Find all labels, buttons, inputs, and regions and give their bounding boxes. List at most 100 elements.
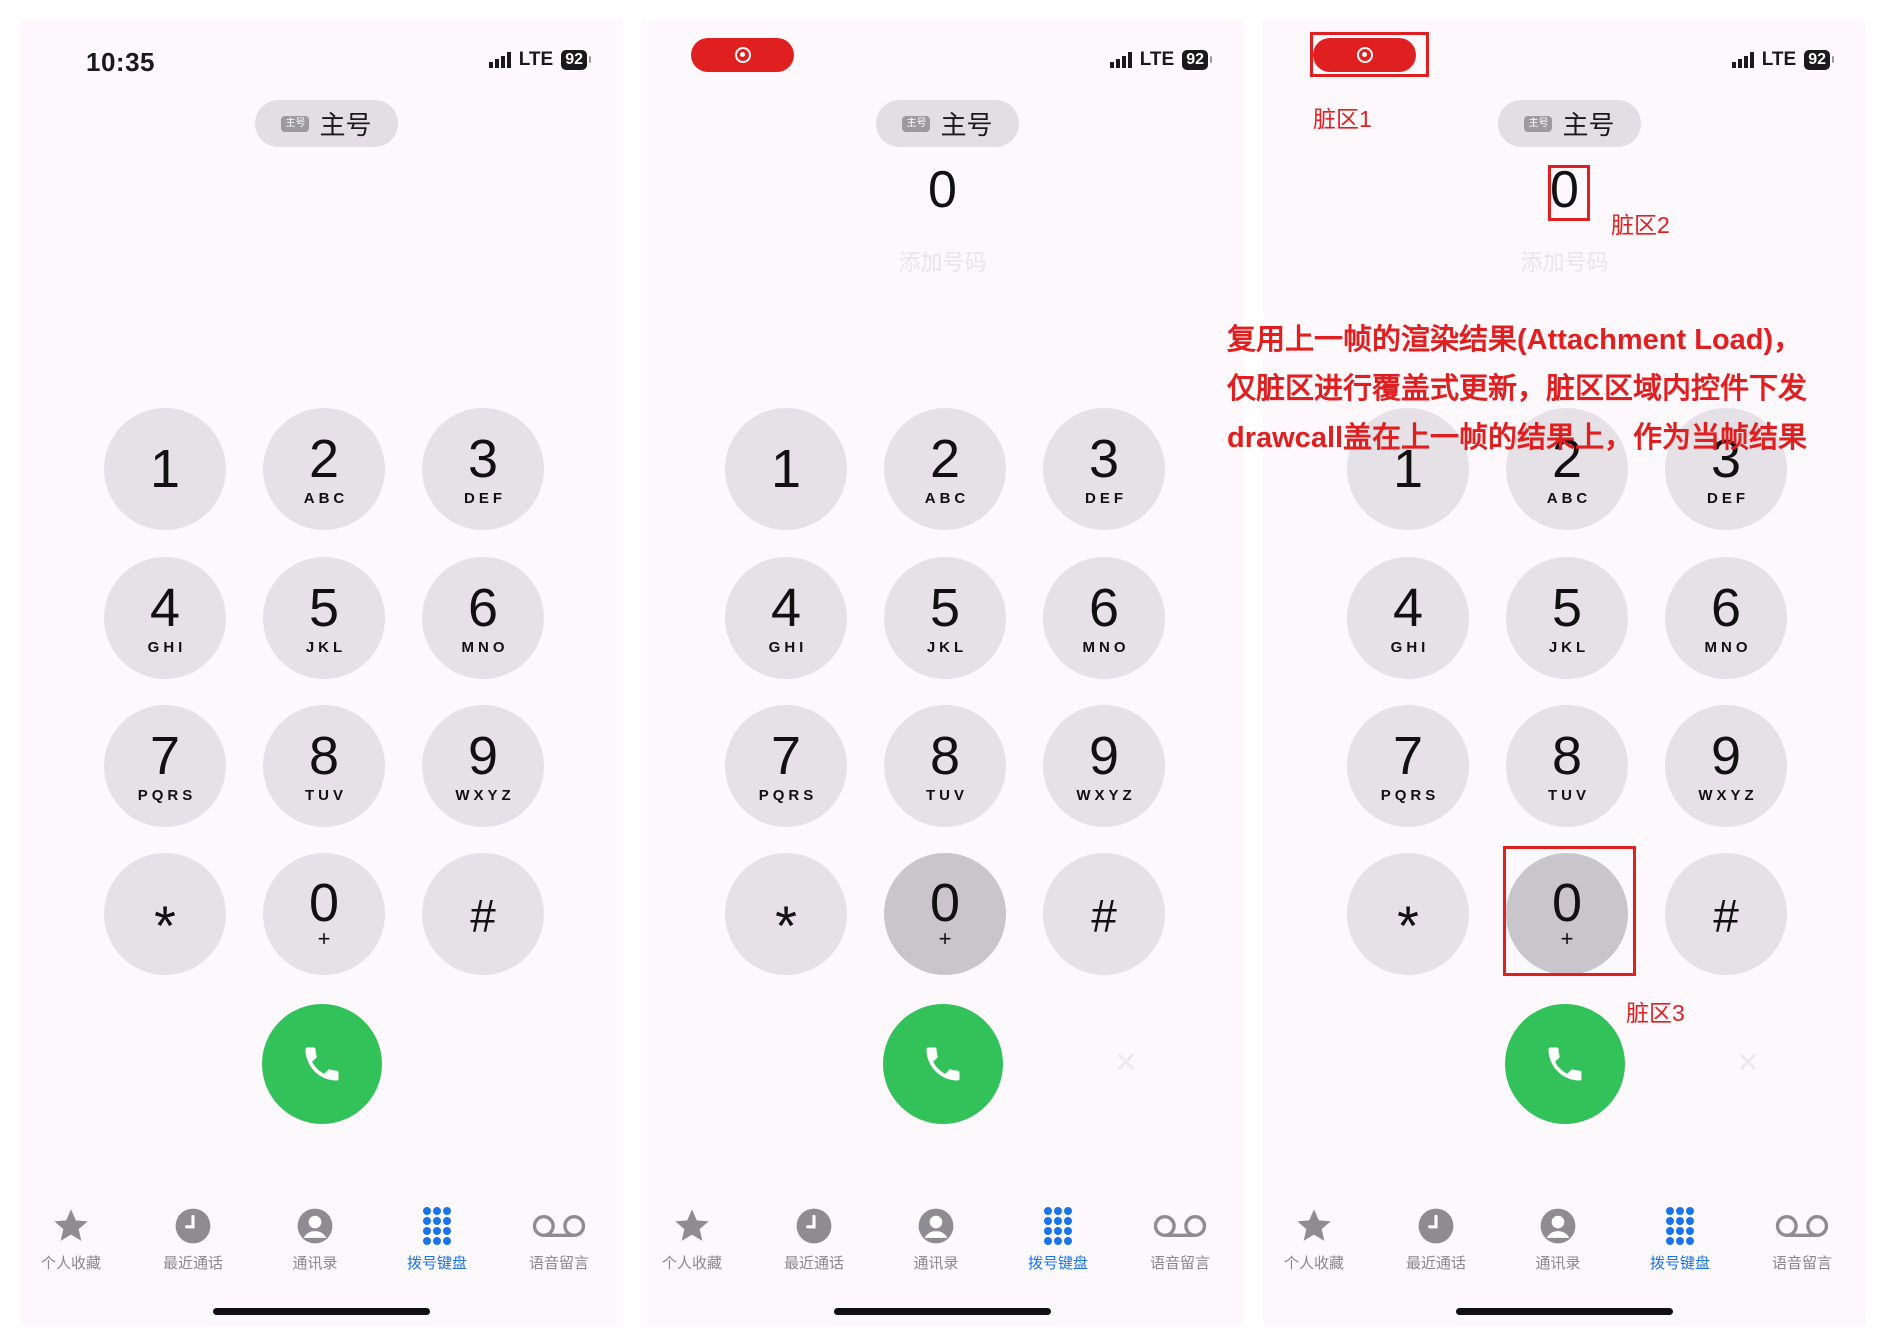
dirty-region-1-label: 脏区1: [1313, 106, 1372, 132]
key-digit: 5: [308, 577, 340, 638]
tab-label: 通讯录: [913, 1255, 959, 1272]
line-badge: 主号: [281, 115, 310, 132]
key-7[interactable]: 7 PQRS: [725, 705, 847, 827]
add-number-link[interactable]: 添加号码: [1263, 245, 1866, 277]
call-button[interactable]: [883, 1004, 1003, 1124]
add-number-link[interactable]: 添加号码: [641, 245, 1244, 277]
tab-person[interactable]: 通讯录: [265, 1206, 365, 1273]
delete-icon[interactable]: ✕: [1103, 1040, 1149, 1086]
tab-clock[interactable]: 最近通话: [1386, 1206, 1486, 1273]
phone-icon: [926, 1047, 960, 1081]
key-4[interactable]: 4 GHI: [1347, 557, 1469, 679]
key-digit: 9: [1088, 725, 1120, 786]
tab-star[interactable]: 个人收藏: [21, 1206, 121, 1273]
key-letters: PQRS: [758, 786, 818, 804]
tab-clock[interactable]: 最近通话: [143, 1206, 243, 1273]
key-2[interactable]: 2 ABC: [884, 408, 1006, 530]
key-6[interactable]: 6 MNO: [422, 557, 544, 679]
key-9[interactable]: 9 WXYZ: [422, 705, 544, 827]
tab-label: 语音留言: [1771, 1255, 1832, 1272]
key-0[interactable]: 0 +: [884, 853, 1006, 975]
star-icon: [642, 1206, 742, 1246]
key-letters: GHI: [147, 638, 187, 656]
key-letters: DEF: [464, 489, 506, 507]
key-digit: #: [470, 890, 496, 942]
key-letters: +: [938, 926, 952, 951]
key-digit: 1: [770, 439, 802, 499]
tab-voicemail[interactable]: 语音留言: [509, 1206, 609, 1273]
key-digit: 8: [929, 725, 961, 786]
tab-person[interactable]: 通讯录: [1508, 1206, 1608, 1273]
key-letters: TUV: [1548, 786, 1590, 804]
person-icon: [265, 1206, 365, 1246]
key-7[interactable]: 7 PQRS: [1347, 705, 1469, 827]
line-selector[interactable]: 主号 主号: [255, 100, 398, 147]
tab-star[interactable]: 个人收藏: [1264, 1206, 1364, 1273]
key-6[interactable]: 6 MNO: [1665, 557, 1787, 679]
line-selector[interactable]: 主号 主号: [1498, 100, 1641, 147]
tab-star[interactable]: 个人收藏: [642, 1206, 742, 1273]
signal-icon: [1109, 52, 1132, 68]
key-5[interactable]: 5 JKL: [1506, 557, 1628, 679]
key-3[interactable]: 3 DEF: [422, 408, 544, 530]
delete-icon[interactable]: ✕: [1725, 1040, 1771, 1086]
tab-person[interactable]: 通讯录: [886, 1206, 986, 1273]
key-2[interactable]: 2 ABC: [263, 408, 385, 530]
key-star[interactable]: *: [104, 853, 226, 975]
tab-label: 最近通话: [162, 1255, 223, 1272]
key-1[interactable]: 1: [725, 408, 847, 530]
key-digit: 4: [149, 577, 181, 638]
key-digit: 2: [929, 428, 961, 489]
battery-icon: 92: [561, 50, 591, 70]
key-star[interactable]: *: [725, 853, 847, 975]
battery-icon: 92: [1182, 50, 1212, 70]
status-indicators: LTE 92: [488, 49, 591, 71]
key-3[interactable]: 3 DEF: [1043, 408, 1165, 530]
key-hash[interactable]: #: [1043, 853, 1165, 975]
key-letters: PQRS: [137, 786, 197, 804]
key-letters: ABC: [1546, 489, 1592, 507]
key-8[interactable]: 8 TUV: [263, 705, 385, 827]
key-digit: #: [1091, 890, 1117, 942]
key-6[interactable]: 6 MNO: [1043, 557, 1165, 679]
key-letters: TUV: [926, 786, 968, 804]
key-digit: 2: [308, 428, 340, 489]
tab-keypad[interactable]: 拨号键盘: [1008, 1206, 1108, 1273]
key-hash[interactable]: #: [1665, 853, 1787, 975]
tab-clock[interactable]: 最近通话: [764, 1206, 864, 1273]
key-9[interactable]: 9 WXYZ: [1665, 705, 1787, 827]
line-selector[interactable]: 主号 主号: [876, 100, 1019, 147]
tab-keypad[interactable]: 拨号键盘: [387, 1206, 487, 1273]
key-8[interactable]: 8 TUV: [1506, 705, 1628, 827]
key-4[interactable]: 4 GHI: [104, 557, 226, 679]
signal-icon: [1731, 52, 1754, 68]
key-5[interactable]: 5 JKL: [884, 557, 1006, 679]
key-8[interactable]: 8 TUV: [884, 705, 1006, 827]
key-1[interactable]: 1: [104, 408, 226, 530]
line-badge: 主号: [902, 115, 931, 132]
tab-keypad[interactable]: 拨号键盘: [1630, 1206, 1730, 1273]
tab-voicemail[interactable]: 语音留言: [1752, 1206, 1852, 1273]
clock-icon: [143, 1206, 243, 1246]
call-button[interactable]: [1505, 1004, 1625, 1124]
network-type: LTE: [1761, 49, 1797, 70]
key-hash[interactable]: #: [422, 853, 544, 975]
key-letters: JKL: [926, 638, 968, 656]
status-indicators: LTE 92: [1109, 49, 1212, 71]
key-0[interactable]: 0 +: [263, 853, 385, 975]
annotation-note: 复用上一帧的渲染结果(Attachment Load)， 仅脏区进行覆盖式更新，…: [1227, 316, 1837, 463]
call-button[interactable]: [262, 1004, 382, 1124]
key-star[interactable]: *: [1347, 853, 1469, 975]
key-digit: 3: [467, 428, 499, 489]
key-letters: ABC: [924, 489, 970, 507]
key-digit: 3: [1088, 428, 1120, 489]
line-label: 主号: [940, 110, 993, 140]
key-5[interactable]: 5 JKL: [263, 557, 385, 679]
key-9[interactable]: 9 WXYZ: [1043, 705, 1165, 827]
key-4[interactable]: 4 GHI: [725, 557, 847, 679]
key-digit: 6: [1710, 577, 1742, 638]
key-7[interactable]: 7 PQRS: [104, 705, 226, 827]
key-digit: 6: [1088, 577, 1120, 638]
tab-voicemail[interactable]: 语音留言: [1130, 1206, 1230, 1273]
screen-recording-indicator[interactable]: [691, 38, 794, 72]
